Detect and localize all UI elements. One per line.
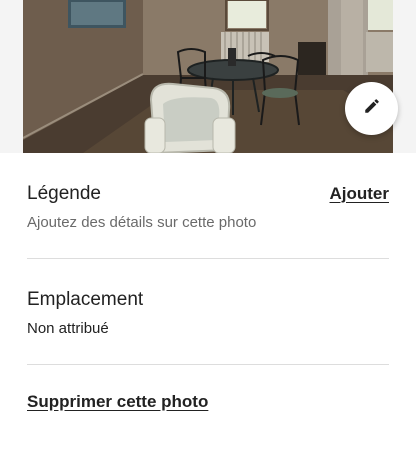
- pencil-icon: [363, 97, 381, 120]
- listing-photo[interactable]: [23, 0, 393, 153]
- location-value: Non attribué: [27, 320, 109, 337]
- location-title: Emplacement: [27, 289, 144, 310]
- divider: [27, 258, 389, 259]
- delete-photo-link[interactable]: Supprimer cette photo: [27, 392, 208, 412]
- add-caption-link[interactable]: Ajouter: [330, 184, 390, 204]
- caption-placeholder: Ajoutez des détails sur cette photo: [27, 214, 257, 231]
- caption-title: Légende: [27, 183, 101, 204]
- caption-section: Légende Ajouter Ajoutez des détails sur …: [27, 182, 389, 233]
- location-section[interactable]: Emplacement Non attribué: [27, 288, 389, 339]
- divider: [27, 364, 389, 365]
- edit-photo-button[interactable]: [345, 82, 398, 135]
- photo-area: [0, 0, 416, 153]
